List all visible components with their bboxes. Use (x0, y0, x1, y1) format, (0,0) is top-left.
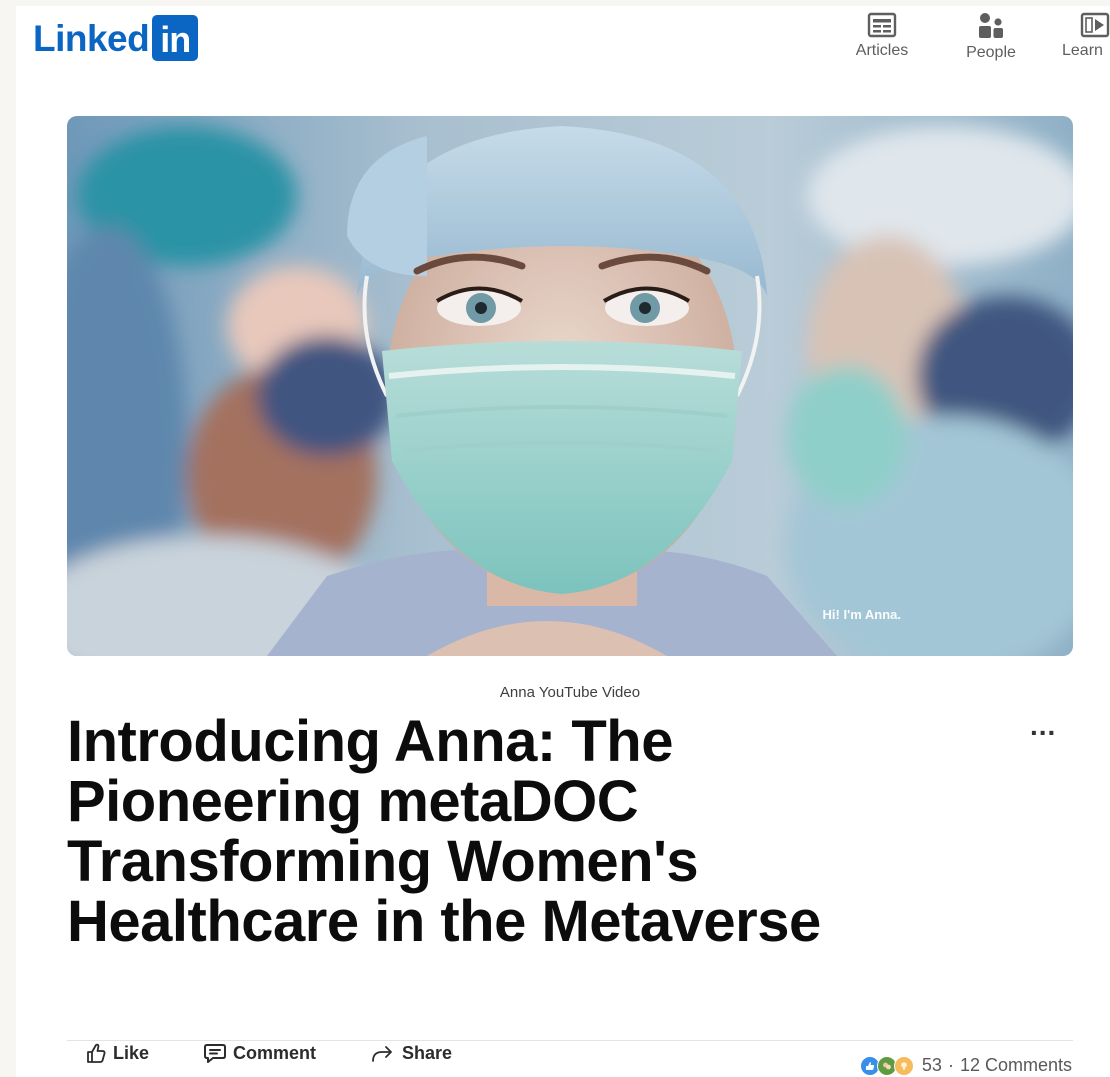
comment-icon (204, 1044, 226, 1063)
nav-articles[interactable]: Articles (851, 12, 913, 72)
like-label: Like (113, 1042, 150, 1063)
comment-button[interactable]: Comment (203, 1042, 316, 1064)
video-caption: Hi! I'm Anna. (822, 607, 901, 622)
nav-people-label: People (966, 44, 1016, 61)
article-kicker: Anna YouTube Video (499, 684, 641, 701)
hero-video-thumbnail[interactable]: Hi! I'm Anna. (67, 116, 1073, 656)
more-options-button[interactable]: ... (1030, 710, 1056, 742)
share-button[interactable]: Share (370, 1043, 452, 1064)
learning-icon (1080, 12, 1110, 38)
linkedin-logo[interactable]: Linked in (33, 15, 199, 61)
reaction-icons (859, 1055, 914, 1076)
reaction-count[interactable]: 53 (922, 1055, 942, 1076)
comment-label: Comment (233, 1042, 317, 1063)
logo-badge: in (152, 15, 199, 61)
social-counts[interactable]: 53 · 12 Comments (859, 1055, 1072, 1076)
nav-learning-label: Learn (1062, 42, 1103, 59)
nav-people[interactable]: People (962, 12, 1020, 72)
top-edge (0, 0, 1110, 6)
people-icon (979, 13, 1003, 38)
divider (67, 1040, 1073, 1041)
insightful-reaction-icon (893, 1055, 914, 1076)
hero-image (67, 116, 1073, 656)
logo-badge-text: in (160, 19, 191, 60)
count-separator: · (947, 1055, 954, 1075)
comment-count[interactable]: 12 Comments (960, 1055, 1072, 1076)
nav-articles-label: Articles (855, 42, 909, 59)
share-arrow-icon (372, 1046, 392, 1062)
logo-wordmark: Linked (33, 17, 150, 59)
share-label: Share (402, 1042, 453, 1063)
articles-icon (867, 12, 897, 38)
like-button[interactable]: Like (85, 1042, 149, 1064)
article-title: Introducing Anna: The Pioneering metaDOC… (67, 709, 821, 954)
nav-learning[interactable]: Learn (1062, 12, 1110, 72)
left-edge (0, 0, 16, 1077)
thumbs-up-icon (87, 1043, 106, 1063)
